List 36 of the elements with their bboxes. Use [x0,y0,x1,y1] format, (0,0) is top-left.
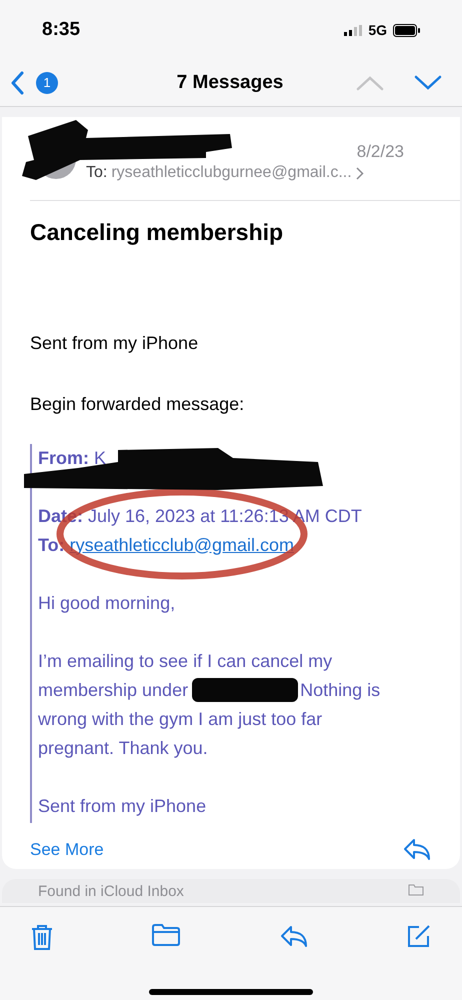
signal-icon [344,24,362,36]
back-icon[interactable] [10,71,24,95]
message-date: 8/2/23 [356,141,404,163]
body-line: Sent from my iPhone [30,332,200,355]
message-text: membership under [38,678,188,702]
signature-text: Sent from my iPhone [38,794,208,818]
body-line: Begin forwarded message: [30,392,246,416]
network-label: 5G [368,20,387,40]
message-text: pregnant. Thank you. [38,736,208,760]
to-label: To: [38,534,65,556]
nav-title: 7 Messages [176,70,284,95]
email-link[interactable]: ryseathleticclub@gmail.com [70,530,294,560]
see-more-link[interactable]: See More [30,836,104,862]
message-text: Nothing is [300,678,380,702]
message-text: I’m emailing to see if I can cancel my [38,650,332,673]
status-time: 8:35 [42,18,80,42]
folder-icon [408,883,424,896]
greeting-text: Hi good morning, [38,592,176,615]
chevron-down-icon[interactable] [414,75,442,91]
recipient-address[interactable]: ryseathleticclubgurnee@gmail.c... [111,161,352,185]
message-subject: Canceling membership [30,218,284,247]
sender-name: K [94,446,106,470]
reply-icon[interactable] [402,837,432,862]
folder-icon[interactable] [151,923,182,947]
compose-icon[interactable] [406,923,432,949]
reply-icon[interactable] [278,923,309,949]
unread-badge: 1 [36,72,58,94]
chevron-right-icon[interactable] [356,166,364,180]
mailbox-label: Found in iCloud Inbox [38,883,184,901]
trash-icon[interactable] [30,923,54,951]
sent-date: July 16, 2023 at 11:26:13 AM CDT [88,504,362,528]
from-label: From: [38,446,89,470]
message-text: wrong with the gym I am just too far [38,708,322,731]
to-label: To: [86,163,108,183]
battery-icon [393,24,420,36]
next-message-card[interactable]: Found in iCloud Inbox [2,879,460,903]
